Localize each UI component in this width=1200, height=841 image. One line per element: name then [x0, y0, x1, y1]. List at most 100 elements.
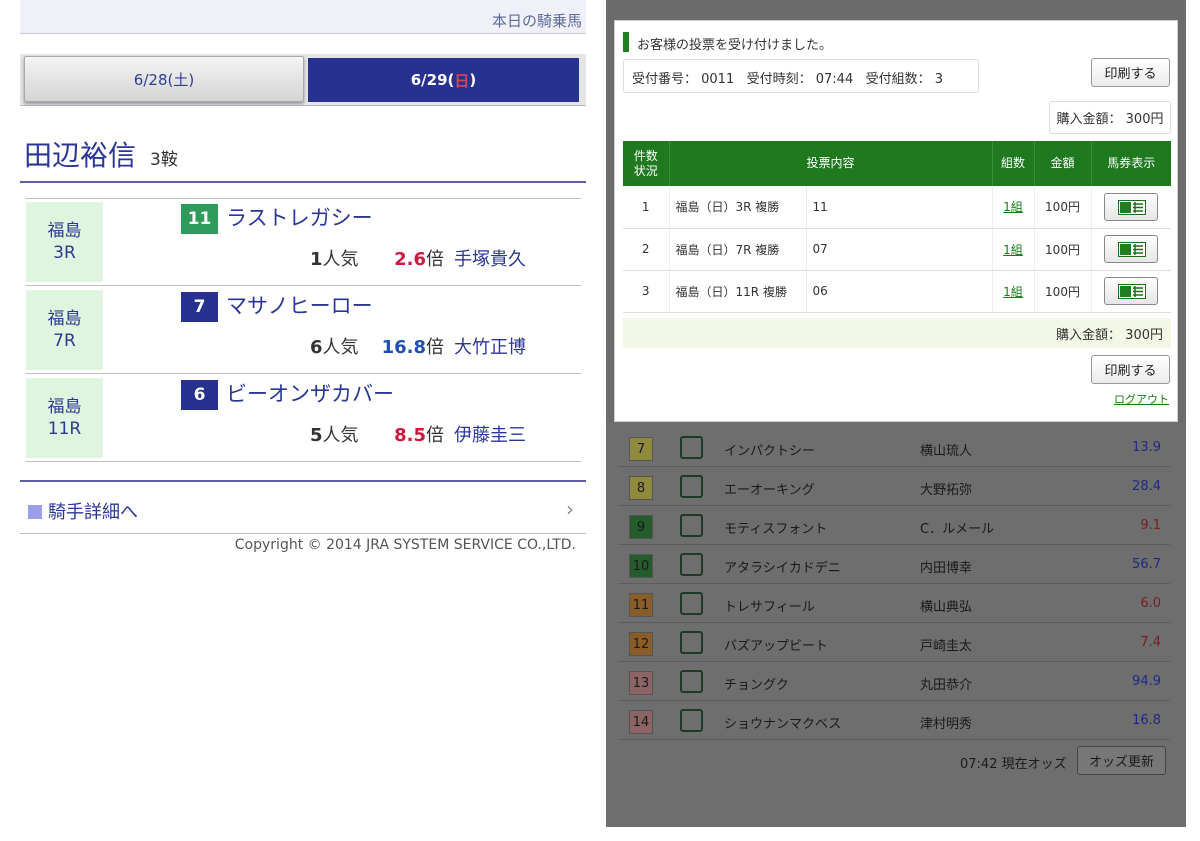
win-odds: 16.8倍: [381, 337, 444, 358]
jockey-name: 丸田恭介: [920, 678, 973, 693]
bet-amount: 100円: [1034, 270, 1092, 313]
horse-name[interactable]: マサノヒーロー: [226, 290, 373, 320]
confirmation-message: お客様の投票を受け付けました。: [637, 38, 833, 53]
print-button-top[interactable]: 印刷する: [1091, 58, 1170, 87]
jockey-detail-link[interactable]: 騎手詳細へ: [28, 498, 138, 524]
trainer-name[interactable]: 手塚貴久: [454, 245, 526, 271]
trainer-name[interactable]: 大竹正博: [454, 333, 526, 359]
tab-6-28[interactable]: 6/28(土): [24, 56, 304, 102]
tab-6-29[interactable]: 6/29(日): [308, 58, 579, 102]
purchase-sum-row: 購入金額： 300円: [623, 318, 1171, 348]
ticket-view-button[interactable]: [1104, 192, 1159, 221]
jockey-name: 大野拓弥: [920, 483, 973, 498]
select-checkbox[interactable]: [680, 553, 703, 576]
odds-row: 13 チョングク 丸田恭介 94.9: [618, 662, 1170, 701]
odds-row: 14 ショウナンマクベス 津村明秀 16.8: [618, 701, 1170, 740]
row-number: 2: [623, 228, 670, 271]
frame-number: 12: [629, 632, 653, 656]
popularity: 5人気: [310, 425, 359, 446]
receipt-info: 受付番号： 0011 受付時刻： 07:44 受付組数： 3: [623, 59, 979, 93]
chevron-right-icon[interactable]: ›: [566, 497, 574, 521]
frame-number: 10: [629, 554, 653, 578]
logout-link[interactable]: ログアウト: [1114, 391, 1169, 407]
left-panel: 本日の騎乗馬 6/28(土) 6/29(日) 田辺裕信 3鞍 福島 3R 11 ラスト…: [0, 0, 600, 841]
col-amount: 金額: [1034, 141, 1092, 186]
frame-number: 11: [629, 593, 653, 617]
divider: [20, 181, 586, 183]
sunday-label: 日: [454, 71, 470, 90]
select-checkbox[interactable]: [680, 475, 703, 498]
ticket-row: 2 福島（日）7R 複勝 07 1組 100円: [623, 228, 1171, 271]
top-bar: 本日の騎乗馬: [20, 0, 586, 34]
ticket-view-button[interactable]: [1104, 235, 1159, 263]
frame-number: 7: [629, 437, 653, 461]
odds-row: 11 トレサフィール 横山典弘 6.0: [618, 584, 1170, 623]
select-checkbox[interactable]: [680, 670, 703, 693]
vote-confirmation-dialog: お客様の投票を受け付けました。 受付番号： 0011 受付時刻： 07:44 受…: [614, 20, 1178, 422]
horse-name: エーオーキング: [724, 483, 815, 498]
divider: [20, 533, 586, 534]
date-tabs: 6/28(土) 6/29(日): [20, 54, 586, 106]
odds-list: 7 インパクトシー 横山琉人 13.9 8 エーオーキング 大野拓弥 28.4 9 モティスフォン…: [606, 422, 1186, 827]
bet-content: 福島（日）7R 複勝: [669, 228, 807, 271]
ticket-view-button[interactable]: [1104, 277, 1159, 305]
select-checkbox[interactable]: [680, 436, 703, 459]
odds-value: 56.7: [1132, 557, 1161, 572]
odds-time: 07:42 現在オッズ: [960, 757, 1067, 772]
odds-row: 12 バズアップビート 戸崎圭太 7.4: [618, 623, 1170, 662]
odds-value: 28.4: [1132, 479, 1161, 494]
col-content: 投票内容: [669, 141, 993, 186]
sets-link[interactable]: 1組: [992, 228, 1035, 271]
frame-number: 13: [629, 671, 653, 695]
col-status: 件数 状況: [623, 141, 670, 186]
select-checkbox[interactable]: [680, 631, 703, 654]
select-checkbox[interactable]: [680, 709, 703, 732]
jockey-name: C．ルメール: [920, 522, 995, 537]
horse-name: ショウナンマクベス: [724, 717, 842, 732]
odds-value: 13.9: [1132, 440, 1161, 455]
odds-value: 94.9: [1132, 674, 1161, 689]
sets-link[interactable]: 1組: [992, 270, 1035, 313]
ticket-icon: [1118, 199, 1147, 215]
jockey-name: 横山琉人: [920, 444, 973, 459]
horse-name: インパクトシー: [724, 444, 816, 459]
todays-rides-label: 本日の騎乗馬: [491, 12, 582, 30]
odds-value: 7.4: [1140, 635, 1161, 650]
ticket-table: 件数 状況 投票内容 組数 金額 馬券表示 1 福島（日）3R 複勝 11 1組 100円…: [623, 141, 1171, 313]
select-checkbox[interactable]: [680, 514, 703, 537]
ticket-icon: [1118, 284, 1147, 299]
race-entry: 福島 3R 11 ラストレガシー 1人気 2.6倍 手塚貴久: [26, 198, 581, 286]
horse-name[interactable]: ラストレガシー: [226, 202, 373, 232]
popularity: 1人気: [310, 249, 359, 270]
col-ticket-view: 馬券表示: [1091, 141, 1171, 186]
horse-number: 7: [181, 292, 218, 322]
horse-name[interactable]: ビーオンザカバー: [226, 378, 394, 408]
odds-value: 6.0: [1140, 596, 1161, 611]
divider: [20, 480, 586, 482]
purchase-total-box: 購入金額： 300円: [1049, 101, 1171, 134]
copyright: Copyright © 2014 JRA SYSTEM SERVICE CO.,…: [234, 537, 576, 553]
jockey-name: 横山典弘: [920, 600, 973, 615]
odds-row: 7 インパクトシー 横山琉人 13.9: [618, 428, 1170, 467]
horse-number: 6: [181, 380, 218, 410]
race-entry: 福島 11R 6 ビーオンザカバー 5人気 8.5倍 伊藤圭三: [26, 374, 581, 462]
ticket-view-cell: [1091, 186, 1171, 229]
horse-number: 11: [181, 204, 218, 234]
accent-bar: [623, 32, 629, 52]
print-button-bottom[interactable]: 印刷する: [1091, 355, 1170, 384]
bet-content: 福島（日）11R 複勝: [669, 270, 807, 313]
jockey-name: 津村明秀: [920, 717, 973, 732]
odds-refresh-button[interactable]: オッズ更新: [1077, 746, 1166, 775]
horse-name: アタラシイカドデニ: [724, 561, 841, 576]
horse-name: モティスフォント: [724, 522, 828, 537]
square-bullet-icon: [28, 505, 42, 519]
select-checkbox[interactable]: [680, 592, 703, 615]
trainer-name[interactable]: 伊藤圭三: [454, 421, 526, 447]
sets-link[interactable]: 1組: [992, 186, 1035, 229]
right-panel: 7 インパクトシー 横山琉人 13.9 8 エーオーキング 大野拓弥 28.4 9 モティスフォン…: [606, 0, 1186, 827]
col-sets: 組数: [992, 141, 1035, 186]
race-entry: 福島 7R 7 マサノヒーロー 6人気 16.8倍 大竹正博: [26, 286, 581, 374]
win-odds: 2.6倍: [394, 249, 444, 270]
bet-amount: 100円: [1034, 228, 1092, 271]
jockey-name: 戸崎圭太: [920, 639, 973, 654]
